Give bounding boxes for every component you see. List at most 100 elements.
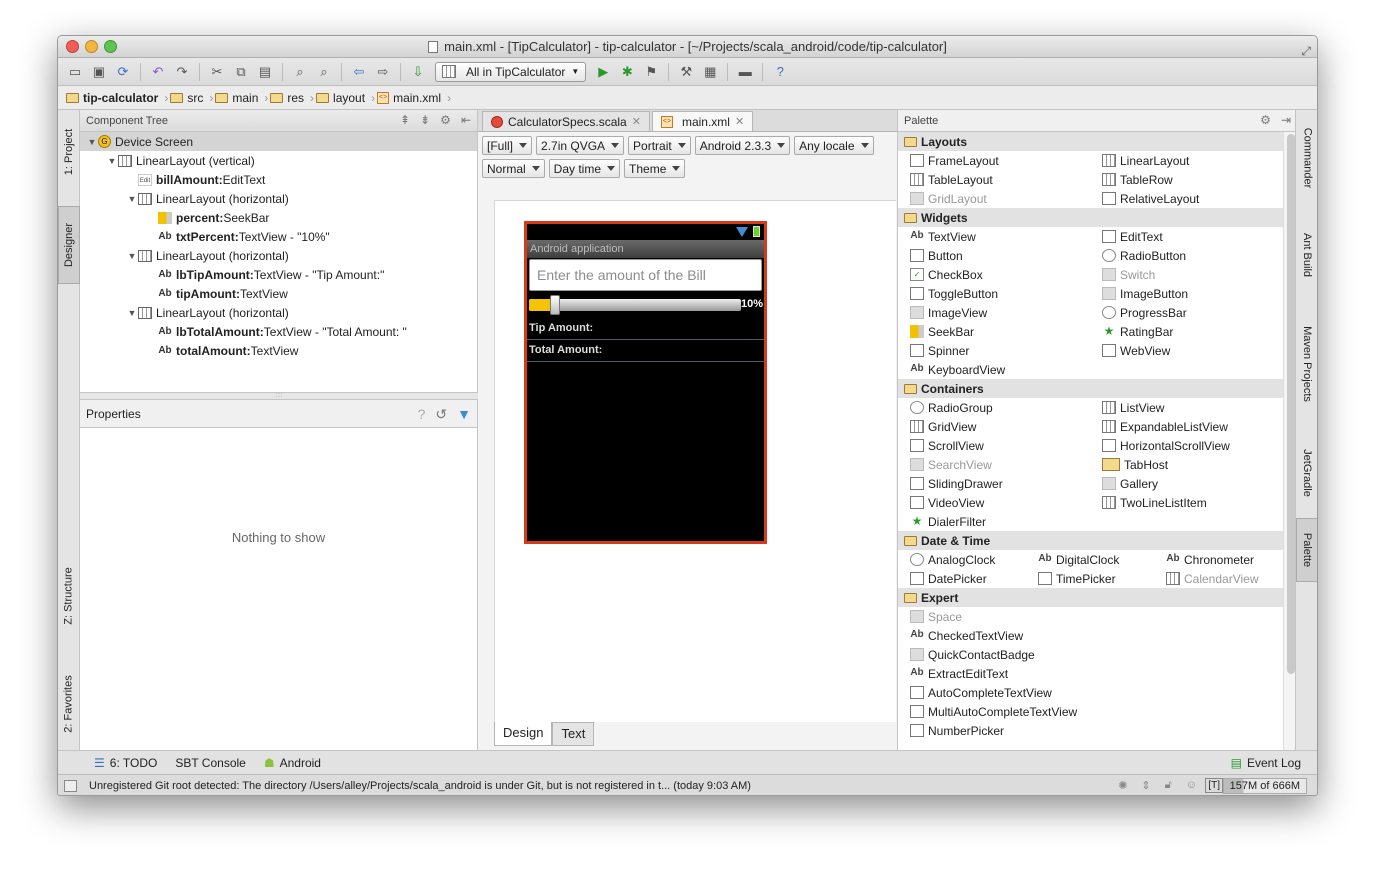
breadcrumb-item[interactable]: tip-calculator bbox=[66, 91, 170, 105]
tree-node[interactable]: Ab lbTotalAmount: TextView - "Total Amoun… bbox=[80, 322, 477, 341]
palette-item[interactable]: Ab DigitalClock bbox=[1038, 550, 1166, 569]
ui-mode-select[interactable]: Normal bbox=[482, 159, 545, 178]
palette-item[interactable]: TableRow bbox=[1102, 170, 1294, 189]
percent-seekbar[interactable] bbox=[529, 295, 741, 315]
palette-item[interactable]: NumberPicker bbox=[910, 721, 1294, 740]
tab-maven-projects[interactable]: Maven Projects bbox=[1296, 310, 1317, 418]
palette-item[interactable]: GridView bbox=[910, 417, 1102, 436]
sdk-manager-icon[interactable]: ▬ bbox=[734, 61, 756, 83]
palette-item[interactable]: ★ RatingBar bbox=[1102, 322, 1294, 341]
event-log-button[interactable]: ▤ Event Log bbox=[1231, 756, 1301, 770]
tree-node[interactable]: Ab txtPercent: TextView - "10%" bbox=[80, 227, 477, 246]
tab-main-xml[interactable]: <> main.xml ✕ bbox=[651, 111, 754, 131]
locale-select[interactable]: Any locale bbox=[794, 136, 874, 155]
panel-splitter[interactable]: :::: bbox=[80, 392, 478, 400]
palette-item[interactable]: Spinner bbox=[910, 341, 1102, 360]
tab-text[interactable]: Text bbox=[552, 722, 595, 746]
expand-all-icon[interactable]: ⇞ bbox=[400, 113, 410, 127]
breadcrumb-item[interactable]: src bbox=[170, 91, 215, 105]
minimize-window-button[interactable] bbox=[85, 40, 98, 53]
gear-icon[interactable]: ⚙ bbox=[440, 113, 451, 127]
palette-item[interactable]: Switch bbox=[1102, 265, 1294, 284]
palette-item[interactable]: CalendarView bbox=[1166, 569, 1294, 588]
tree-node[interactable]: ▼ G Device Screen bbox=[80, 132, 477, 151]
breadcrumb-item[interactable]: <> main.xml bbox=[377, 91, 453, 105]
project-structure-icon[interactable]: ▦ bbox=[699, 61, 721, 83]
palette-item[interactable]: RadioGroup bbox=[910, 398, 1102, 417]
tree-node[interactable]: Edit billAmount: EditText bbox=[80, 170, 477, 189]
tool-windows-toggle[interactable] bbox=[64, 780, 77, 792]
palette-item[interactable]: ImageView bbox=[910, 303, 1102, 322]
palette-item[interactable]: ScrollView bbox=[910, 436, 1102, 455]
tree-node[interactable]: Ab tipAmount: TextView bbox=[80, 284, 477, 303]
filter-icon[interactable]: ▼ bbox=[457, 406, 471, 423]
palette-item[interactable]: ProgressBar bbox=[1102, 303, 1294, 322]
breadcrumb-item[interactable]: main bbox=[215, 91, 270, 105]
sync-icon[interactable]: ⟳ bbox=[112, 61, 134, 83]
expand-arrow-icon[interactable]: ▼ bbox=[86, 137, 98, 147]
debug-icon[interactable]: ✱ bbox=[616, 61, 638, 83]
palette-item[interactable]: Ab TextView bbox=[910, 227, 1102, 246]
device-preview[interactable]: Android application Enter the amount of … bbox=[524, 221, 767, 544]
palette-item[interactable]: FrameLayout bbox=[910, 151, 1102, 170]
palette-item[interactable]: Ab KeyboardView bbox=[910, 360, 1102, 379]
palette-group-header[interactable]: Layouts bbox=[898, 132, 1297, 151]
cut-icon[interactable]: ✂ bbox=[206, 61, 228, 83]
open-folder-icon[interactable]: ▭ bbox=[64, 61, 86, 83]
palette-item[interactable]: TableLayout bbox=[910, 170, 1102, 189]
palette-item[interactable]: DatePicker bbox=[910, 569, 1038, 588]
attach-debugger-icon[interactable]: ⚑ bbox=[640, 61, 662, 83]
gear-icon[interactable]: ⚙ bbox=[1260, 113, 1271, 127]
palette-item[interactable]: AutoCompleteTextView bbox=[910, 683, 1294, 702]
palette-item[interactable]: Button bbox=[910, 246, 1102, 265]
palette-item[interactable]: Ab CheckedTextView bbox=[910, 626, 1294, 645]
forward-icon[interactable]: ⇨ bbox=[372, 61, 394, 83]
tab-android[interactable]: ☗ Android bbox=[264, 756, 321, 770]
palette-item[interactable]: GridLayout bbox=[910, 189, 1102, 208]
palette-item[interactable]: ★ DialerFilter bbox=[910, 512, 1102, 531]
palette-item[interactable]: ToggleButton bbox=[910, 284, 1102, 303]
seekbar-thumb[interactable] bbox=[550, 295, 561, 315]
undo-icon[interactable]: ↶ bbox=[147, 61, 169, 83]
palette-item[interactable]: AnalogClock bbox=[910, 550, 1038, 569]
palette-group-header[interactable]: Expert bbox=[898, 588, 1297, 607]
palette-item[interactable]: EditText bbox=[1102, 227, 1294, 246]
palette-item[interactable]: Ab Chronometer bbox=[1166, 550, 1294, 569]
palette-item[interactable]: Gallery bbox=[1102, 474, 1294, 493]
breadcrumb-item[interactable]: layout bbox=[316, 91, 377, 105]
palette-group-header[interactable]: Containers bbox=[898, 379, 1297, 398]
tab-calculator-specs[interactable]: CalculatorSpecs.scala ✕ bbox=[482, 111, 650, 131]
tab-ant-build[interactable]: Ant Build bbox=[1296, 216, 1317, 294]
palette-item[interactable]: ImageButton bbox=[1102, 284, 1294, 303]
palette-group-header[interactable]: Date & Time bbox=[898, 531, 1297, 550]
copy-icon[interactable]: ⧉ bbox=[230, 61, 252, 83]
run-icon[interactable]: ▶ bbox=[592, 61, 614, 83]
settings-icon[interactable]: ⚒ bbox=[675, 61, 697, 83]
zoom-window-button[interactable] bbox=[104, 40, 117, 53]
close-tab-icon[interactable]: ✕ bbox=[735, 115, 744, 128]
palette-item[interactable]: QuickContactBadge bbox=[910, 645, 1294, 664]
palette-item[interactable]: RelativeLayout bbox=[1102, 189, 1294, 208]
back-icon[interactable]: ⇦ bbox=[348, 61, 370, 83]
help-icon[interactable]: ? bbox=[769, 61, 791, 83]
tab-sbt-console[interactable]: SBT Console bbox=[175, 756, 245, 770]
restore-default-icon[interactable]: ↺ bbox=[435, 406, 447, 423]
palette-item[interactable]: LinearLayout bbox=[1102, 151, 1294, 170]
palette-item[interactable]: ✓ CheckBox bbox=[910, 265, 1102, 284]
palette-item[interactable]: TimePicker bbox=[1038, 569, 1166, 588]
tab-jetgradle[interactable]: JetGradle bbox=[1296, 436, 1317, 510]
git-status[interactable]: [T] bbox=[1205, 778, 1223, 793]
expand-arrow-icon[interactable]: ▼ bbox=[126, 251, 138, 261]
tree-node[interactable]: ▼ LinearLayout (horizontal) bbox=[80, 189, 477, 208]
palette-item[interactable]: TabHost bbox=[1102, 455, 1294, 474]
api-level-select[interactable]: Android 2.3.3 bbox=[694, 136, 791, 155]
tree-node[interactable]: percent: SeekBar bbox=[80, 208, 477, 227]
palette-item[interactable]: RadioButton bbox=[1102, 246, 1294, 265]
expand-arrow-icon[interactable]: ▼ bbox=[106, 156, 118, 166]
palette-item[interactable]: Space bbox=[910, 607, 1294, 626]
palette-item[interactable]: ListView bbox=[1102, 398, 1294, 417]
bill-amount-input[interactable]: Enter the amount of the Bill bbox=[529, 259, 762, 291]
palette-item[interactable]: HorizontalScrollView bbox=[1102, 436, 1294, 455]
tab-designer[interactable]: Designer bbox=[58, 206, 80, 284]
tree-node[interactable]: ▼ LinearLayout (vertical) bbox=[80, 151, 477, 170]
